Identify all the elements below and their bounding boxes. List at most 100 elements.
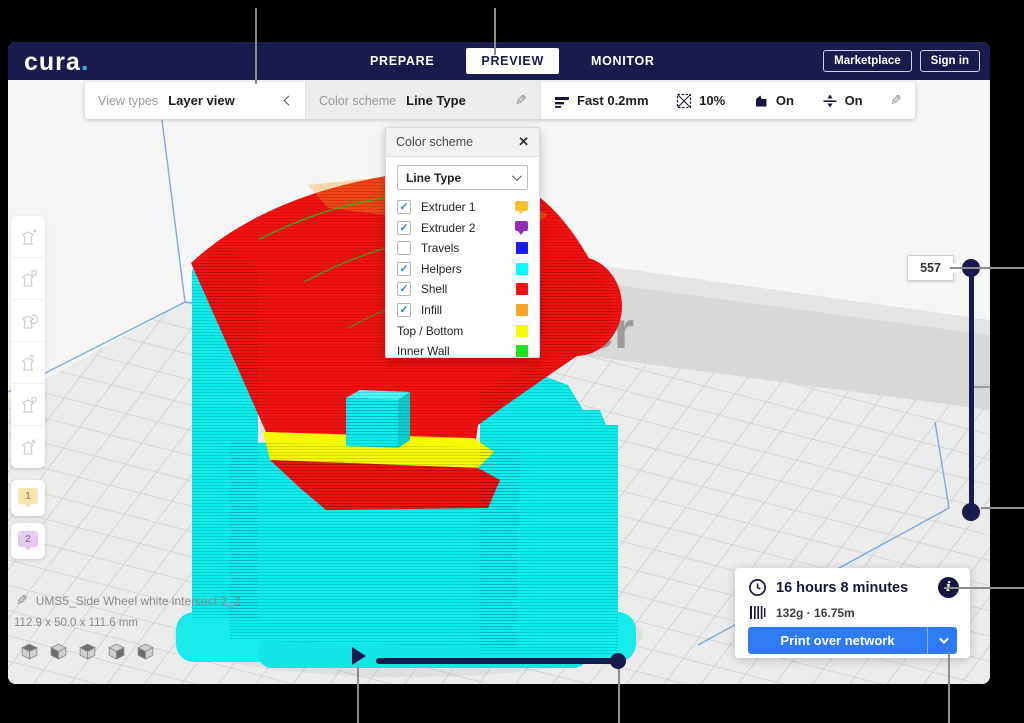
checkbox-checked[interactable]: ✓ xyxy=(397,221,411,235)
print-options-chevron[interactable] xyxy=(927,627,957,654)
material-usage: 132g · 16.75m xyxy=(776,606,855,620)
color-scheme-value: Line Type xyxy=(406,93,466,108)
tab-monitor[interactable]: MONITOR xyxy=(581,48,665,74)
color-scheme-item-label: Top / Bottom xyxy=(397,324,516,338)
edit-icon[interactable]: ✎ xyxy=(515,92,527,109)
view-types-label: View types xyxy=(98,94,158,108)
color-swatch xyxy=(515,221,528,231)
scale-tool-button[interactable] xyxy=(11,258,45,300)
checkbox-checked[interactable]: ✓ xyxy=(397,262,411,276)
layer-slider-track[interactable] xyxy=(969,268,974,512)
rotate-tool-button[interactable] xyxy=(11,300,45,342)
print-duration: 16 hours 8 minutes xyxy=(776,580,908,596)
cura-logo: cura. xyxy=(24,46,89,77)
infill-icon xyxy=(676,93,692,109)
tab-prepare[interactable]: PREPARE xyxy=(360,48,444,74)
edit-icon[interactable]: ✎ xyxy=(890,92,902,109)
color-scheme-item-label: Shell xyxy=(421,282,516,296)
callout-line xyxy=(255,8,257,84)
callout-line xyxy=(618,669,620,723)
view-left-button[interactable] xyxy=(107,642,126,666)
color-scheme-row: Inner Wall xyxy=(397,343,528,359)
left-toolbar xyxy=(11,216,45,468)
extruder-bubble-icon: 2 xyxy=(18,531,38,547)
model-info: ✎ UMS5_Side Wheel white intersect 2_2 11… xyxy=(16,592,241,629)
chevron-left-icon[interactable] xyxy=(284,96,294,106)
extruder-1-badge[interactable]: 1 xyxy=(11,480,45,516)
callout-line xyxy=(357,667,359,723)
checkbox-unchecked[interactable] xyxy=(397,241,411,255)
tab-preview[interactable]: PREVIEW xyxy=(466,48,559,74)
rename-icon[interactable]: ✎ xyxy=(16,592,28,609)
print-over-network-button[interactable]: Print over network xyxy=(748,627,957,654)
extruder-2-badge[interactable]: 2 xyxy=(11,523,45,559)
view-types-value: Layer view xyxy=(168,93,235,108)
color-scheme-row: ✓Infill xyxy=(397,302,528,318)
callout-line xyxy=(494,8,496,55)
view-top-button[interactable] xyxy=(78,642,97,666)
print-settings-panel[interactable]: Fast 0.2mm 10% On On ✎ xyxy=(540,82,915,119)
color-scheme-item-label: Extruder 2 xyxy=(421,221,515,235)
view-types-selector[interactable]: View types Layer view xyxy=(85,82,305,119)
color-scheme-row: Top / Bottom xyxy=(397,323,528,339)
color-swatch xyxy=(516,345,528,357)
support-blocker-tool-button[interactable] xyxy=(11,426,45,468)
material-icon xyxy=(749,605,766,620)
view-3d-button[interactable] xyxy=(20,642,39,666)
current-layer-tag: 557 xyxy=(907,255,954,281)
stage-tabs: PREPARE PREVIEW MONITOR xyxy=(360,42,665,80)
extruder-badges: 12 xyxy=(11,480,45,566)
color-scheme-item-label: Helpers xyxy=(421,262,516,276)
color-scheme-row: ✓ Shell xyxy=(397,281,528,297)
support-icon xyxy=(753,93,769,109)
path-slider-handle[interactable] xyxy=(610,653,626,669)
marketplace-button[interactable]: Marketplace xyxy=(823,50,911,72)
layer-slider-tick xyxy=(974,386,990,388)
color-swatch xyxy=(516,304,528,316)
checkbox-checked[interactable]: ✓ xyxy=(397,200,411,214)
infill-value: 10% xyxy=(699,93,725,108)
color-scheme-selector[interactable]: Color scheme Line Type ✎ xyxy=(305,82,540,119)
close-icon[interactable]: ✕ xyxy=(518,134,529,150)
checkbox-checked[interactable]: ✓ xyxy=(397,282,411,296)
play-button[interactable] xyxy=(352,647,366,665)
checkbox-checked[interactable]: ✓ xyxy=(397,303,411,317)
extruder-bubble-icon: 1 xyxy=(18,488,38,504)
path-slider-track[interactable] xyxy=(376,658,620,664)
line-type-dropdown[interactable]: Line Type xyxy=(397,165,528,190)
callout-line xyxy=(948,652,950,723)
signin-button[interactable]: Sign in xyxy=(920,50,980,72)
color-scheme-list: ✓ Extruder 1 ✓ Extruder 2 Travels ✓ Helpers ✓ Sh… xyxy=(397,199,528,359)
color-scheme-row: ✓ Helpers xyxy=(397,261,528,277)
stage-bar: View types Layer view Color scheme Line … xyxy=(85,82,915,119)
color-scheme-item-label: Inner Wall xyxy=(397,344,516,358)
callout-line xyxy=(981,507,1024,509)
color-scheme-label: Color scheme xyxy=(319,94,396,108)
color-swatch xyxy=(516,283,528,295)
print-job-panel: 16 hours 8 minutes i 132g · 16.75m Print… xyxy=(735,568,970,658)
popup-title: Color scheme xyxy=(396,135,518,149)
view-right-button[interactable] xyxy=(136,642,155,666)
color-scheme-popup: Color scheme ✕ Line Type ✓ Extruder 1 ✓ Ext… xyxy=(385,127,540,358)
clock-icon xyxy=(748,578,767,597)
chevron-down-icon xyxy=(512,171,522,181)
callout-line xyxy=(950,267,1024,269)
model-dimensions: 112.9 x 50.0 x 111.6 mm xyxy=(14,617,241,629)
profile-value: Fast 0.2mm xyxy=(577,93,649,108)
layer-slider-bottom-handle[interactable] xyxy=(962,503,980,521)
color-scheme-item-label: Travels xyxy=(421,241,516,255)
layer-height-icon xyxy=(554,93,570,109)
camera-view-buttons xyxy=(20,642,155,666)
mirror-tool-button[interactable] xyxy=(11,342,45,384)
color-swatch xyxy=(516,325,528,337)
callout-line xyxy=(944,587,1024,589)
per-model-settings-tool-button[interactable] xyxy=(11,384,45,426)
color-scheme-row: ✓ Extruder 2 xyxy=(397,220,528,236)
adhesion-icon xyxy=(822,93,838,109)
adhesion-value: On xyxy=(845,93,863,108)
model-name: UMS5_Side Wheel white intersect 2_2 xyxy=(36,594,241,608)
view-front-button[interactable] xyxy=(49,642,68,666)
logo-dot: . xyxy=(81,46,90,76)
color-scheme-item-label: Extruder 1 xyxy=(421,200,515,214)
move-tool-button[interactable] xyxy=(11,216,45,258)
